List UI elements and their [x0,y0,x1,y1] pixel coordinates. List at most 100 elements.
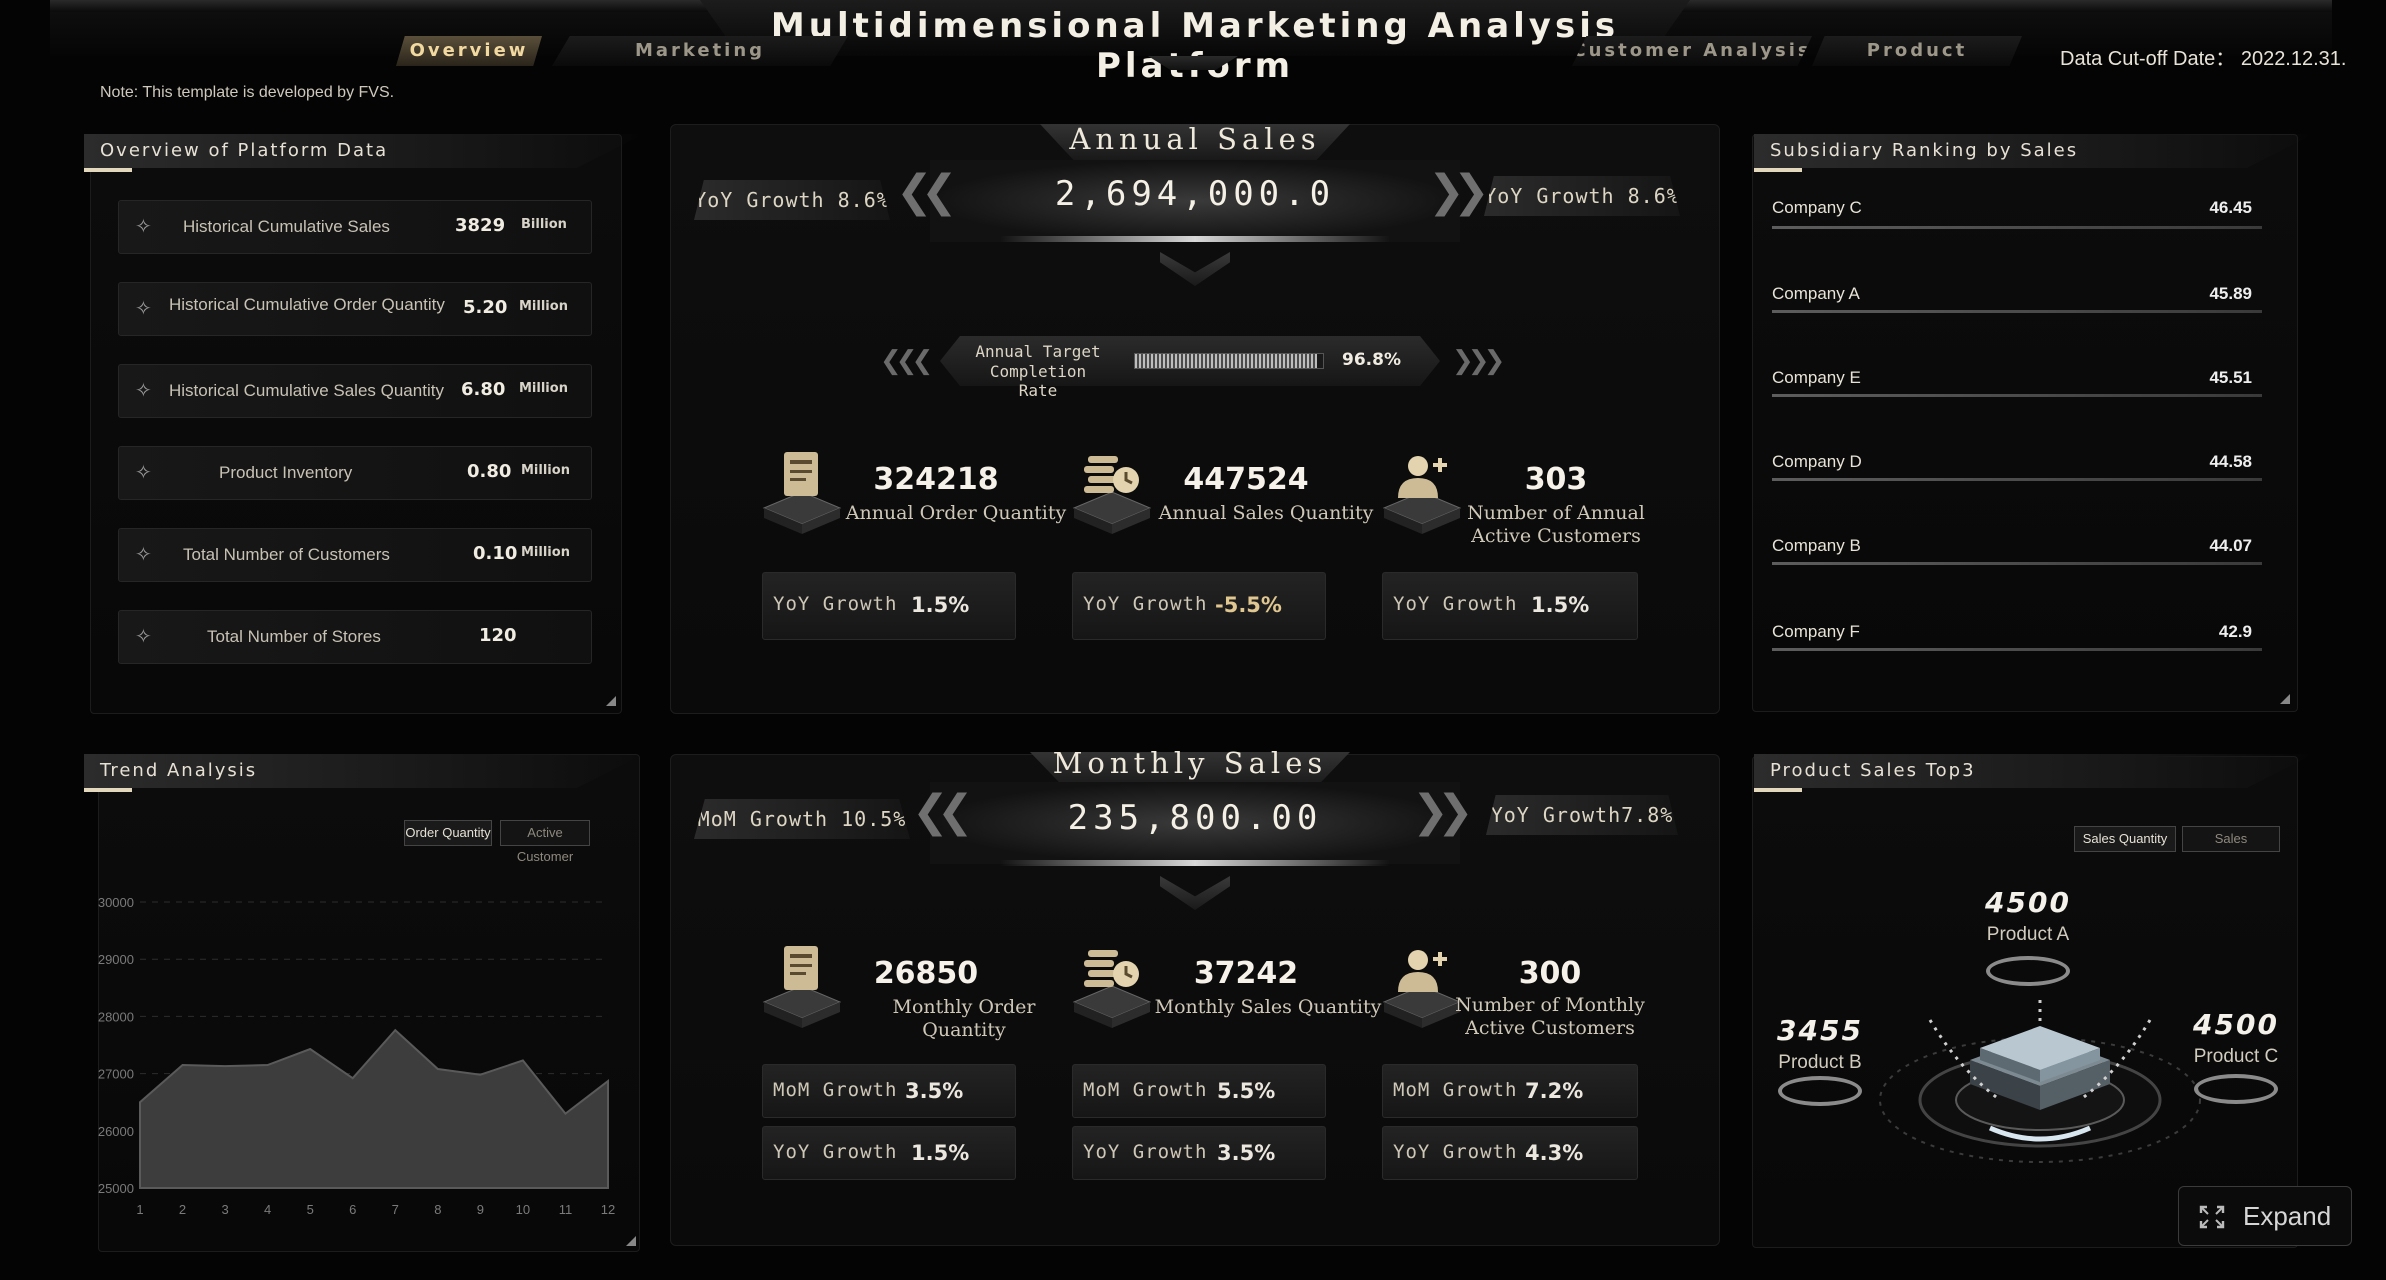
coins-clock-icon [1072,456,1152,534]
product-a-ring [1986,956,2070,986]
expand-icon [2199,1205,2225,1229]
target-progress-fill [1135,354,1317,368]
x-tick-label: 3 [221,1202,228,1217]
diamond-target-icon: ✧ [135,214,152,238]
ranking-panel-title: Subsidiary Ranking by Sales [1754,134,2314,168]
ranking-divider [1772,562,2262,565]
page-title: Multidimensional Marketing Analysis Plat… [770,6,1620,86]
annual-active-customers-label-1: Number of Annual [1467,502,1645,524]
trend-chart: 250002600027000280002900030000 123456789… [98,895,615,1217]
toggle-active-customer[interactable]: Active Customer [500,820,590,864]
target-value: 96.8% [1342,350,1401,370]
toggle-sales-quantity[interactable]: Sales Quantity [2074,826,2176,852]
annual-yoy-order: YoY Growth 1.5% [762,572,1016,640]
yoy-label: YoY Growth [773,1141,898,1163]
panel-title-accent [1754,168,1802,172]
overview-item-label: Historical Cumulative Sales [183,217,390,236]
user-add-icon [1382,456,1462,534]
annual-sales-value: 2,694,000.0 [1054,174,1336,214]
chevron-right-icon: ❯❯ [1412,786,1474,837]
overview-item-label: Historical Cumulative Sales Quantity [169,381,444,400]
overview-item-label: Total Number of Customers [183,545,390,564]
yoy-value-negative: -5.5% [1215,593,1282,617]
tab-product-analysis[interactable]: Product Analysis [1812,36,2022,66]
monthly-yoy-active-customers: YoY Growth 4.3% [1382,1126,1638,1180]
template-note: Note: This template is developed by FVS. [100,84,395,101]
x-tick-label: 5 [307,1202,314,1217]
yoy-value: 1.5% [1531,593,1590,617]
x-tick-label: 8 [434,1202,441,1217]
monthly-sales-title: Monthly Sales [1052,746,1328,780]
yoy-label: YoY Growth [1083,593,1208,615]
data-cutoff-date: Data Cut-off Date： 2022.12.31. [2060,48,2347,70]
monthly-active-customers-label-1: Number of Monthly [1455,994,1645,1016]
ranking-company-name: Company E [1772,368,1861,387]
monthly-kpi-active-customers: 300 Number of Monthly Active Customers [1376,934,1676,1039]
overview-item-total-customers: ✧ Total Number of Customers 0.10 Million [118,528,592,582]
overview-item-label: Total Number of Stores [207,627,381,646]
overview-item-label: Historical Cumulative Order Quantity [169,295,445,314]
monthly-kpi-sales-qty: 37242 Monthly Sales Quantity [1066,934,1381,1034]
yoy-label: YoY Growth [1393,593,1518,615]
overview-item-value: 3829 [455,215,506,236]
annual-order-value: 324218 [873,462,999,497]
monthly-order-label: Monthly Order Quantity [892,996,1036,1041]
monthly-sales-qty-value: 37242 [1193,956,1299,991]
product-top3-title: Product Sales Top3 [1754,754,2314,788]
x-tick-label: 12 [601,1202,615,1217]
trend-panel-title: Trend Analysis [84,754,644,788]
annual-yoy-sales-qty: YoY Growth -5.5% [1072,572,1326,640]
overview-item-value: 0.10 [473,543,518,564]
overview-item-unit: Million [519,381,568,396]
product-c-value: 4500 [2193,1008,2279,1041]
ranking-company-name: Company B [1772,536,1861,555]
toggle-order-quantity[interactable]: Order Quantity [404,820,492,846]
product-b-ring [1778,1076,1862,1106]
annual-order-label: Annual Order Quantity [845,502,1067,524]
x-tick-label: 4 [264,1202,271,1217]
x-tick-label: 2 [179,1202,186,1217]
trend-area [139,1028,609,1189]
annual-sales-title: Annual Sales [1069,122,1321,156]
annual-sales-qty-label: Annual Sales Quantity [1158,502,1374,524]
tab-marketing-management[interactable]: Marketing management [552,36,848,66]
target-progress-track [1134,353,1324,369]
overview-item-sales-quantity: ✧ Historical Cumulative Sales Quantity 6… [118,364,592,418]
overview-item-label: Product Inventory [219,463,353,482]
annual-left-growth: YoY Growth 8.6% [694,180,890,220]
yoy-value: 4.3% [1525,1141,1584,1165]
diamond-target-icon: ✧ [135,624,152,648]
overview-item-unit: Million [521,545,570,560]
toggle-sales[interactable]: Sales [2182,826,2280,852]
product-pedestal-graphic [1879,1000,2201,1163]
annual-value-underglow [1000,236,1390,242]
x-tick-label: 11 [559,1202,573,1217]
monthly-active-customers-value: 300 [1518,956,1582,991]
mom-value: 7.2% [1525,1079,1584,1103]
annual-right-growth: YoY Growth 8.6% [1484,176,1680,216]
diamond-target-icon: ✧ [135,460,152,484]
mom-label: MoM Growth [773,1079,898,1101]
tab-overview[interactable]: Overview [396,36,542,66]
expand-button[interactable]: Expand [2178,1186,2352,1246]
monthly-sales-qty-label: Monthly Sales Quantity [1154,996,1382,1018]
y-tick-label: 29000 [98,952,134,967]
mom-value: 5.5% [1217,1079,1276,1103]
ranking-company-value: 45.89 [2209,284,2252,303]
monthly-active-customers-label-2: Active Customers [1465,1017,1635,1039]
monthly-kpi-order: 26850 Monthly Order Quantity [756,934,1056,1041]
chevron-left-icon: ❮❮ [912,786,974,837]
monthly-value-underglow [1000,860,1390,866]
monthly-mom-sales-qty: MoM Growth 5.5% [1072,1064,1326,1118]
overview-item-value: 0.80 [467,461,512,482]
panel-title-accent [84,168,132,172]
ranking-company-value: 45.51 [2209,368,2252,387]
ranking-company-value: 44.58 [2209,452,2252,471]
tab-customer-analysis[interactable]: Customer Analysis [1572,36,1812,66]
overview-item-unit: Billion [521,217,567,232]
x-tick-label: 1 [136,1202,143,1217]
y-tick-label: 25000 [98,1181,134,1196]
overview-item-unit: Million [519,299,568,314]
panel-corner [2280,694,2290,704]
chevron-left-icon: ❮❮ [896,166,958,217]
